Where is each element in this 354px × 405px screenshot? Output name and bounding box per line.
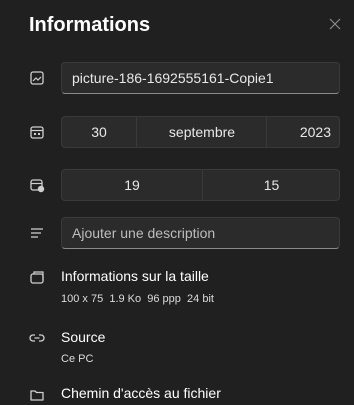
date-year[interactable]: 2023 — [266, 117, 339, 147]
date-month[interactable]: septembre — [136, 117, 267, 147]
panel-title: Informations — [29, 14, 151, 36]
description-input[interactable] — [62, 218, 339, 248]
panel-header: Informations — [29, 14, 349, 48]
time-hour[interactable]: 19 — [62, 170, 202, 200]
size-info-details: 100 x 75 1.9 Ko 96 ppp 24 bit — [61, 293, 214, 305]
source-title: Source — [61, 329, 106, 345]
size-dpi: 96 ppp — [147, 293, 181, 305]
info-panel: Informations 30 septembre 2023 19 15 Inf… — [0, 0, 354, 405]
clock-calendar-icon — [29, 177, 45, 193]
filename-field[interactable] — [61, 62, 340, 94]
folder-icon — [29, 387, 45, 403]
filename-input[interactable] — [62, 63, 339, 93]
text-lines-icon — [29, 225, 45, 241]
size-filesize: 1.9 Ko — [109, 293, 142, 305]
description-field[interactable] — [61, 217, 340, 249]
time-picker[interactable]: 19 15 — [61, 169, 340, 201]
path-title[interactable]: Chemin d'accès au fichier — [61, 385, 221, 401]
link-icon — [29, 330, 45, 346]
date-picker[interactable]: 30 septembre 2023 — [61, 116, 340, 148]
date-day[interactable]: 30 — [62, 117, 136, 147]
calendar-icon — [29, 124, 45, 140]
size-info-title: Informations sur la taille — [61, 268, 209, 284]
size-dimensions: 100 x 75 — [61, 293, 104, 305]
close-icon[interactable] — [328, 17, 344, 33]
time-minute[interactable]: 15 — [202, 170, 340, 200]
image-icon — [29, 70, 45, 86]
image-size-icon — [29, 269, 45, 285]
size-bitdepth: 24 bit — [187, 293, 214, 305]
source-value: Ce PC — [61, 353, 94, 365]
